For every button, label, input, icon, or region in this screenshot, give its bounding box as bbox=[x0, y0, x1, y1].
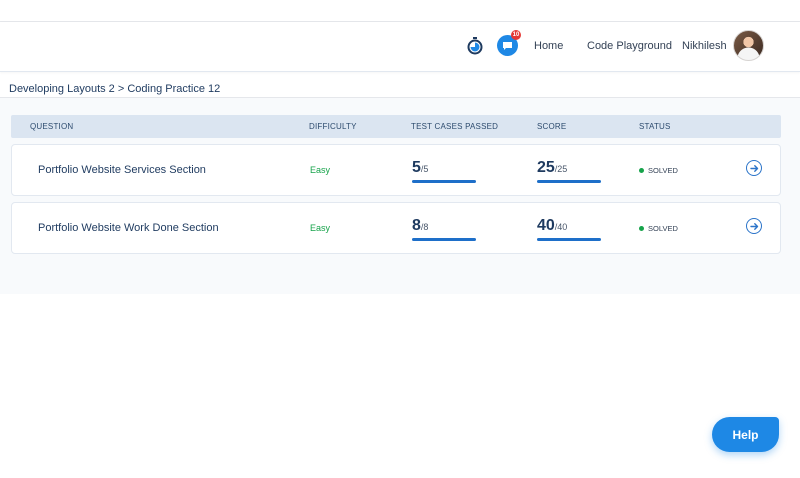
score-earned: 25 bbox=[537, 159, 555, 176]
nav-home-link[interactable]: Home bbox=[534, 40, 563, 52]
test-cases-value: 8/8 bbox=[412, 217, 428, 235]
question-title[interactable]: Portfolio Website Services Section bbox=[38, 164, 206, 176]
test-cases-total: /5 bbox=[420, 164, 429, 174]
test-cases-passed: 5 bbox=[412, 159, 421, 176]
score-progress-bar bbox=[537, 180, 601, 183]
test-cases-value: 5/5 bbox=[412, 159, 428, 177]
arrow-right-circle-icon[interactable] bbox=[746, 218, 762, 234]
header-question: QUESTION bbox=[30, 122, 74, 131]
nav-code-playground-link[interactable]: Code Playground bbox=[587, 40, 672, 52]
user-name[interactable]: Nikhilesh bbox=[682, 40, 727, 52]
status-dot-icon bbox=[639, 226, 644, 231]
table-row[interactable]: Portfolio Website Work Done Section Easy… bbox=[11, 202, 781, 254]
test-cases-progress-bar bbox=[412, 238, 476, 241]
score-earned: 40 bbox=[537, 217, 555, 234]
question-title[interactable]: Portfolio Website Work Done Section bbox=[38, 222, 219, 234]
help-button[interactable]: Help bbox=[712, 417, 779, 452]
breadcrumb[interactable]: Developing Layouts 2 > Coding Practice 1… bbox=[9, 83, 220, 95]
test-cases-progress-fill bbox=[412, 238, 476, 241]
score-value: 40/40 bbox=[537, 217, 567, 235]
difficulty-label: Easy bbox=[310, 165, 331, 175]
difficulty-label: Easy bbox=[310, 223, 331, 233]
status-badge: SOLVED bbox=[639, 224, 678, 233]
breadcrumb-bar: Developing Layouts 2 > Coding Practice 1… bbox=[0, 72, 800, 98]
avatar[interactable] bbox=[733, 30, 764, 61]
score-value: 25/25 bbox=[537, 159, 567, 177]
test-cases-progress-bar bbox=[412, 180, 476, 183]
table-row[interactable]: Portfolio Website Services Section Easy … bbox=[11, 144, 781, 196]
notification-badge: 10 bbox=[511, 30, 521, 40]
status-dot-icon bbox=[639, 168, 644, 173]
header-score: SCORE bbox=[537, 122, 567, 131]
header-test-cases: TEST CASES PASSED bbox=[411, 122, 499, 131]
score-total: /40 bbox=[554, 222, 568, 232]
test-cases-total: /8 bbox=[420, 222, 429, 232]
status-label: SOLVED bbox=[648, 166, 678, 175]
top-strip bbox=[0, 0, 800, 22]
header-difficulty: DIFFICULTY bbox=[309, 122, 357, 131]
questions-panel: QUESTION DIFFICULTY TEST CASES PASSED SC… bbox=[0, 98, 800, 294]
test-cases-progress-fill bbox=[412, 180, 476, 183]
header-status: STATUS bbox=[639, 122, 671, 131]
score-progress-fill bbox=[537, 238, 601, 241]
arrow-right-circle-icon[interactable] bbox=[746, 160, 762, 176]
status-label: SOLVED bbox=[648, 224, 678, 233]
score-progress-bar bbox=[537, 238, 601, 241]
table-header: QUESTION DIFFICULTY TEST CASES PASSED SC… bbox=[11, 115, 781, 138]
score-total: /25 bbox=[554, 164, 568, 174]
timer-icon[interactable] bbox=[466, 36, 484, 56]
test-cases-passed: 8 bbox=[412, 217, 421, 234]
status-badge: SOLVED bbox=[639, 166, 678, 175]
navbar: 10 Home Code Playground Nikhilesh bbox=[0, 22, 800, 72]
score-progress-fill bbox=[537, 180, 601, 183]
